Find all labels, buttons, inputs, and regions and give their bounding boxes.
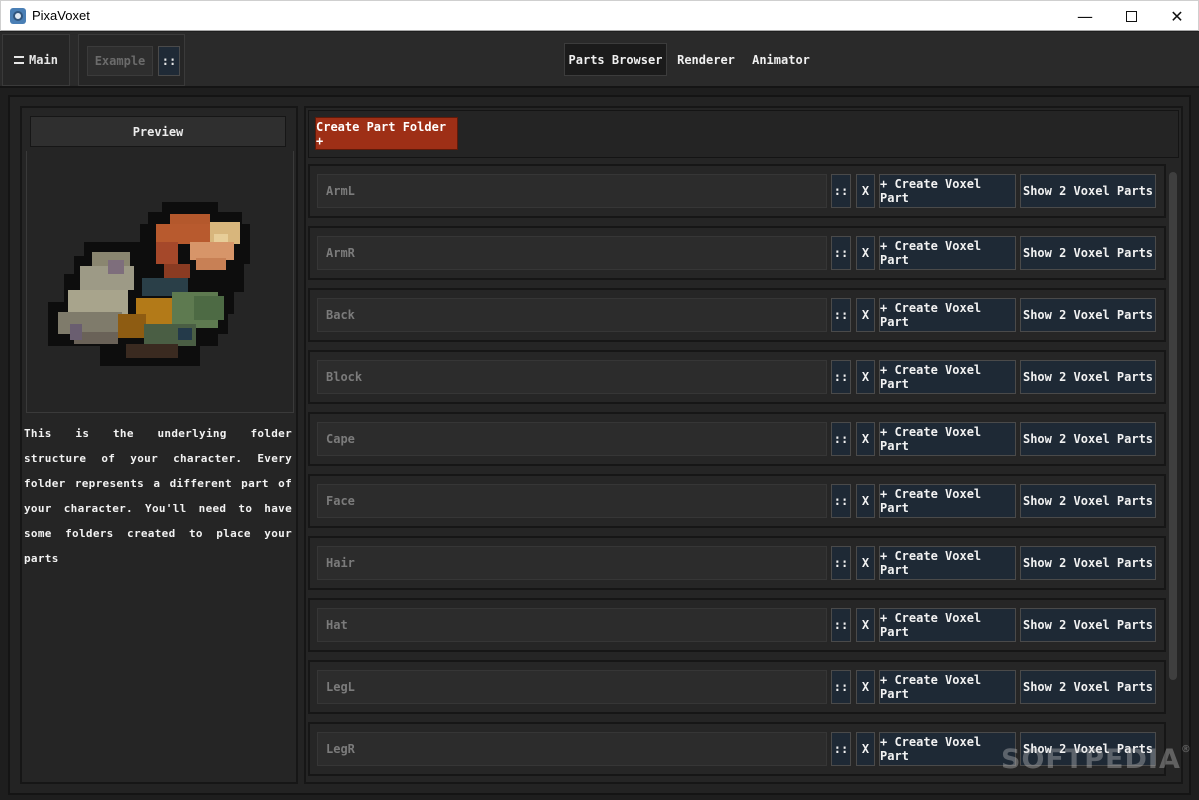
- folder-row: Cape:: X + Create Voxel Part Show 2 Voxel P…: [308, 412, 1166, 466]
- folder-list: ArmL:: X + Create Voxel Part Show 2 Voxel P…: [308, 164, 1166, 780]
- folder-name-field[interactable]: LegR: [317, 732, 827, 766]
- preview-header[interactable]: Preview: [30, 116, 286, 147]
- show-voxel-parts-button[interactable]: Show 2 Voxel Parts: [1020, 546, 1156, 580]
- folder-name-field[interactable]: Block: [317, 360, 827, 394]
- window-titlebar: PixaVoxet — ✕: [0, 0, 1199, 31]
- watermark-mark: ®: [1180, 744, 1192, 755]
- delete-folder-button[interactable]: X: [856, 732, 875, 766]
- folder-row: ArmR:: X + Create Voxel Part Show 2 Voxel P…: [308, 226, 1166, 280]
- delete-folder-button[interactable]: X: [856, 670, 875, 704]
- folder-name-field[interactable]: Face: [317, 484, 827, 518]
- drag-handle-button[interactable]: ::: [831, 732, 851, 766]
- maximize-button[interactable]: [1108, 1, 1154, 31]
- show-voxel-parts-button[interactable]: Show 2 Voxel Parts: [1020, 360, 1156, 394]
- folder-name-field[interactable]: Back: [317, 298, 827, 332]
- close-icon: ✕: [1170, 6, 1184, 26]
- softpedia-watermark: SOFTPEDIA®: [1001, 744, 1192, 775]
- drag-handle-button[interactable]: ::: [831, 298, 851, 332]
- hamburger-icon: [14, 56, 25, 64]
- delete-folder-button[interactable]: X: [856, 484, 875, 518]
- folder-row: Back:: X + Create Voxel Part Show 2 Voxel P…: [308, 288, 1166, 342]
- create-voxel-part-button[interactable]: + Create Voxel Part: [879, 484, 1016, 518]
- project-options-button[interactable]: ::: [158, 46, 180, 76]
- drag-handle-button[interactable]: ::: [831, 174, 851, 208]
- create-part-folder-button[interactable]: Create Part Folder +: [315, 117, 458, 150]
- drag-handle-button[interactable]: ::: [831, 236, 851, 270]
- tab-renderer[interactable]: Renderer: [672, 43, 740, 76]
- delete-folder-button[interactable]: X: [856, 608, 875, 642]
- folder-name-field[interactable]: ArmR: [317, 236, 827, 270]
- drag-handle-button[interactable]: ::: [831, 360, 851, 394]
- watermark-text: SOFTPEDIA: [1001, 744, 1181, 775]
- folder-name-field[interactable]: ArmL: [317, 174, 827, 208]
- folder-list-scrollbar[interactable]: [1169, 172, 1177, 680]
- folder-row: Hat:: X + Create Voxel Part Show 2 Voxel Pa…: [308, 598, 1166, 652]
- description-text: This is the underlying folder structure …: [24, 427, 292, 565]
- delete-folder-button[interactable]: X: [856, 236, 875, 270]
- show-voxel-parts-button[interactable]: Show 2 Voxel Parts: [1020, 422, 1156, 456]
- create-voxel-part-button[interactable]: + Create Voxel Part: [879, 732, 1016, 766]
- folder-name-field[interactable]: Cape: [317, 422, 827, 456]
- main-menu-label: Main: [29, 53, 58, 67]
- drag-handle-button[interactable]: ::: [831, 422, 851, 456]
- delete-folder-button[interactable]: X: [856, 360, 875, 394]
- folder-row: ArmL:: X + Create Voxel Part Show 2 Voxel P…: [308, 164, 1166, 218]
- folder-row: Face:: X + Create Voxel Part Show 2 Voxel P…: [308, 474, 1166, 528]
- create-voxel-part-button[interactable]: + Create Voxel Part: [879, 174, 1016, 208]
- delete-folder-button[interactable]: X: [856, 422, 875, 456]
- window-title: PixaVoxet: [32, 8, 90, 23]
- drag-handle-button[interactable]: ::: [831, 670, 851, 704]
- create-voxel-part-button[interactable]: + Create Voxel Part: [879, 670, 1016, 704]
- tab-parts-browser[interactable]: Parts Browser: [564, 43, 667, 76]
- show-voxel-parts-button[interactable]: Show 2 Voxel Parts: [1020, 670, 1156, 704]
- create-voxel-part-button[interactable]: + Create Voxel Part: [879, 546, 1016, 580]
- project-name-field[interactable]: Example: [87, 46, 153, 76]
- folder-row: Hair:: X + Create Voxel Part Show 2 Voxel P…: [308, 536, 1166, 590]
- pixavoxet-logo-icon: [10, 8, 26, 24]
- drag-handle-button[interactable]: ::: [831, 484, 851, 518]
- folder-name-field[interactable]: LegL: [317, 670, 827, 704]
- preview-panel: Preview This is the underlying folder st…: [20, 106, 298, 784]
- folder-row: LegL:: X + Create Voxel Part Show 2 Voxel P…: [308, 660, 1166, 714]
- minimize-icon: —: [1077, 6, 1093, 26]
- folder-row: Block:: X + Create Voxel Part Show 2 Voxel …: [308, 350, 1166, 404]
- show-voxel-parts-button[interactable]: Show 2 Voxel Parts: [1020, 608, 1156, 642]
- create-voxel-part-button[interactable]: + Create Voxel Part: [879, 360, 1016, 394]
- tab-animator[interactable]: Animator: [746, 43, 816, 76]
- delete-folder-button[interactable]: X: [856, 546, 875, 580]
- close-button[interactable]: ✕: [1154, 1, 1199, 31]
- show-voxel-parts-button[interactable]: Show 2 Voxel Parts: [1020, 174, 1156, 208]
- drag-handle-button[interactable]: ::: [831, 546, 851, 580]
- create-voxel-part-button[interactable]: + Create Voxel Part: [879, 608, 1016, 642]
- delete-folder-button[interactable]: X: [856, 174, 875, 208]
- top-navigation-bar: Main Example :: Parts Browser Renderer A…: [0, 32, 1199, 88]
- content-area: Preview This is the underlying folder st…: [8, 95, 1191, 795]
- parts-toolbar: Create Part Folder +: [308, 110, 1179, 158]
- maximize-icon: [1125, 10, 1137, 22]
- main-menu-button[interactable]: Main: [2, 34, 70, 86]
- project-selector: Example ::: [78, 34, 185, 86]
- show-voxel-parts-button[interactable]: Show 2 Voxel Parts: [1020, 236, 1156, 270]
- create-voxel-part-button[interactable]: + Create Voxel Part: [879, 236, 1016, 270]
- folder-name-field[interactable]: Hat: [317, 608, 827, 642]
- parts-browser-panel: Create Part Folder + ArmL:: X + Create Vox…: [304, 106, 1183, 784]
- create-voxel-part-button[interactable]: + Create Voxel Part: [879, 422, 1016, 456]
- show-voxel-parts-button[interactable]: Show 2 Voxel Parts: [1020, 298, 1156, 332]
- folder-name-field[interactable]: Hair: [317, 546, 827, 580]
- minimize-button[interactable]: —: [1062, 1, 1108, 31]
- character-sprite-preview: [48, 202, 250, 366]
- show-voxel-parts-button[interactable]: Show 2 Voxel Parts: [1020, 484, 1156, 518]
- create-voxel-part-button[interactable]: + Create Voxel Part: [879, 298, 1016, 332]
- delete-folder-button[interactable]: X: [856, 298, 875, 332]
- drag-handle-button[interactable]: ::: [831, 608, 851, 642]
